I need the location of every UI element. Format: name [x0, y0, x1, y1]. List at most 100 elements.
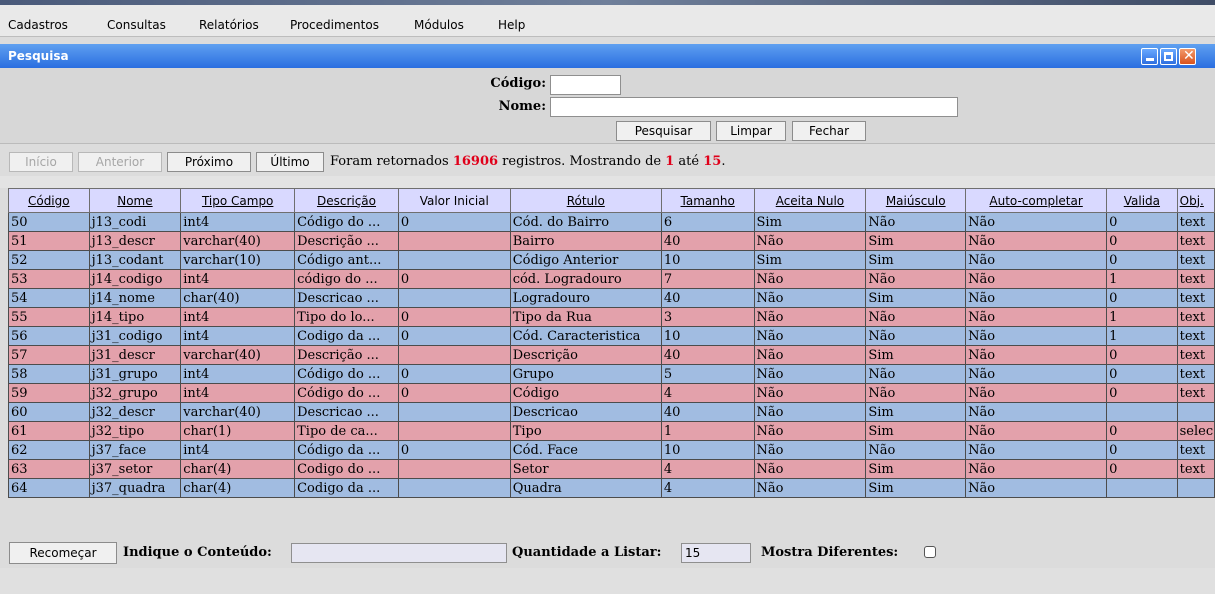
table-row[interactable]: 56 j31_codigo int4 Codigo da ... 0 Cód. Carac… [8, 326, 1215, 346]
table-row[interactable]: 60 j32_descr varchar(40) Descricao ... Descr… [8, 402, 1215, 422]
table-cell: Não [965, 421, 1108, 441]
menu-cadastros[interactable]: Cadastros [8, 18, 68, 32]
table-row[interactable]: 62 j37_face int4 Código da ... 0 Cód. Face 10 N… [8, 440, 1215, 460]
menu-procedimentos[interactable]: Procedimentos [290, 18, 379, 32]
mostra-diferentes-checkbox[interactable] [924, 546, 936, 558]
indique-label: Indique o Conteúdo: [123, 545, 272, 560]
codigo-input[interactable] [550, 75, 621, 95]
table-cell: Não [965, 288, 1108, 308]
table-cell: Cód. Caracteristica [509, 326, 662, 346]
table-cell [1176, 478, 1215, 498]
table-cell: 1 [1106, 269, 1178, 289]
table-cell: Logradouro [509, 288, 662, 308]
table-cell: j13_codant [88, 250, 182, 270]
conteudo-input[interactable] [291, 543, 507, 563]
nome-input[interactable] [550, 97, 958, 117]
table-cell: Tipo [509, 421, 662, 441]
table-row[interactable]: 64 j37_quadra char(4) Codigo da ... Quadra 4 N… [8, 478, 1215, 498]
table-cell: 58 [8, 364, 90, 384]
table-row[interactable]: 54 j14_nome char(40) Descricao ... Logradour… [8, 288, 1215, 308]
table-cell: 60 [8, 402, 90, 422]
table-cell: 40 [660, 345, 755, 365]
col-tipo-campo[interactable]: Tipo Campo [180, 188, 296, 213]
table-row[interactable]: 53 j14_codigo int4 código do ... 0 cód. Logra… [8, 269, 1215, 289]
table-cell: Sim [865, 421, 967, 441]
table-cell: j14_nome [88, 288, 182, 308]
fechar-button[interactable]: Fechar [792, 121, 866, 141]
col-rotulo[interactable]: Rótulo [509, 188, 662, 213]
proximo-button[interactable]: Próximo [167, 152, 251, 172]
menu-consultas[interactable]: Consultas [107, 18, 166, 32]
table-cell: Codigo do ... [294, 459, 399, 479]
col-nome[interactable]: Nome [88, 188, 182, 213]
table-cell: j14_tipo [88, 307, 182, 327]
table-cell: j31_grupo [88, 364, 182, 384]
table-cell: Descricao ... [294, 402, 399, 422]
table-cell: 40 [660, 231, 755, 251]
menu-help[interactable]: Help [498, 18, 525, 32]
table-cell: Sim [865, 345, 967, 365]
table-cell: int4 [180, 364, 296, 384]
table-cell: Não [965, 326, 1108, 346]
table-row[interactable]: 57 j31_descr varchar(40) Descrição ... Descr… [8, 345, 1215, 365]
table-cell: 1 [1106, 326, 1178, 346]
col-maiusculo[interactable]: Maiúsculo [865, 188, 967, 213]
col-valida[interactable]: Valida [1106, 188, 1178, 213]
table-cell: Não [753, 231, 867, 251]
maximize-button[interactable] [1160, 48, 1177, 65]
table-cell: 0 [1106, 345, 1178, 365]
table-cell: Não [965, 402, 1108, 422]
table-cell: text [1176, 345, 1215, 365]
table-cell: 0 [1106, 231, 1178, 251]
nome-label: Nome: [498, 99, 546, 114]
menu-bar: Cadastros Consultas Relatórios Procedime… [0, 5, 1215, 37]
table-row[interactable]: 55 j14_tipo int4 Tipo do lo... 0 Tipo da Rua 3… [8, 307, 1215, 327]
table-cell: int4 [180, 383, 296, 403]
ultimo-button[interactable]: Último [256, 152, 324, 172]
footer [0, 568, 1215, 594]
window-title: Pesquisa [8, 49, 69, 63]
table-row[interactable]: 63 j37_setor char(4) Codigo do ... Setor 4 Não… [8, 459, 1215, 479]
table-row[interactable]: 50 j13_codi int4 Código do ... 0 Cód. do Bair… [8, 212, 1215, 232]
table-cell: text [1176, 212, 1215, 232]
col-obj[interactable]: Obj. [1176, 188, 1215, 213]
table-cell [397, 459, 511, 479]
table-row[interactable]: 61 j32_tipo char(1) Tipo de ca... Tipo 1 Não Si… [8, 421, 1215, 441]
table-cell: 0 [1106, 212, 1178, 232]
quantidade-input[interactable] [681, 543, 751, 563]
menu-relatorios[interactable]: Relatórios [199, 18, 259, 32]
minimize-button[interactable] [1141, 48, 1158, 65]
table-row[interactable]: 58 j31_grupo int4 Código do ... 0 Grupo 5 Não Nã… [8, 364, 1215, 384]
anterior-button[interactable]: Anterior [78, 152, 162, 172]
table-cell: Código da ... [294, 440, 399, 460]
table-cell: Bairro [509, 231, 662, 251]
table-row[interactable]: 51 j13_descr varchar(40) Descrição ... Bairr… [8, 231, 1215, 251]
limpar-button[interactable]: Limpar [716, 121, 786, 141]
table-cell: int4 [180, 307, 296, 327]
table-cell: 59 [8, 383, 90, 403]
recomecar-button[interactable]: Recomeçar [9, 542, 117, 564]
table-cell: 54 [8, 288, 90, 308]
table-cell: Código ant... [294, 250, 399, 270]
table-cell: Não [865, 383, 967, 403]
total-count: 16906 [452, 154, 499, 169]
table-cell: varchar(40) [180, 231, 296, 251]
close-window-button[interactable]: ✕ [1179, 48, 1196, 65]
col-descricao[interactable]: Descrição [294, 188, 399, 213]
pesquisar-button[interactable]: Pesquisar [616, 121, 711, 141]
table-cell: Não [965, 364, 1108, 384]
table-row[interactable]: 52 j13_codant varchar(10) Código ant... Códi… [8, 250, 1215, 270]
col-tamanho[interactable]: Tamanho [660, 188, 755, 213]
table-row[interactable]: 59 j32_grupo int4 Código do ... 0 Código 4 Não N… [8, 383, 1215, 403]
table-cell: Não [965, 307, 1108, 327]
col-aceita-nulo[interactable]: Aceita Nulo [753, 188, 867, 213]
col-codigo[interactable]: Código [8, 188, 90, 213]
menu-modulos[interactable]: Módulos [414, 18, 464, 32]
col-auto-completar[interactable]: Auto-completar [965, 188, 1108, 213]
table-cell: 0 [397, 326, 511, 346]
table-cell: Não [753, 288, 867, 308]
inicio-button[interactable]: Início [9, 152, 73, 172]
table-cell: 0 [397, 440, 511, 460]
table-cell: Cód. Face [509, 440, 662, 460]
table-cell: 5 [660, 364, 755, 384]
